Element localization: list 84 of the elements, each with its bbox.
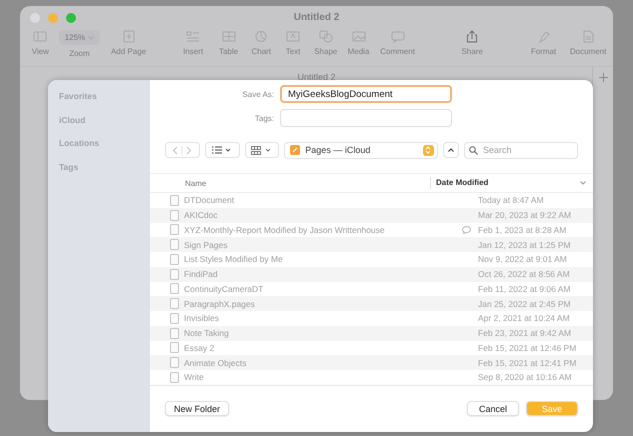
file-name[interactable]: ParagraphX.pages bbox=[184, 298, 255, 309]
field-label: Tags: bbox=[254, 114, 275, 122]
back-forward-button[interactable] bbox=[165, 142, 200, 158]
search-field[interactable]: Search bbox=[464, 142, 578, 158]
pages-folder-icon bbox=[290, 145, 300, 155]
file-name[interactable]: Invisibles bbox=[184, 313, 219, 324]
toolbar-label[interactable]: Table bbox=[218, 47, 238, 56]
toolbar-label[interactable]: Format bbox=[530, 47, 556, 56]
toolbar-label[interactable]: Chart bbox=[251, 47, 272, 56]
file-name[interactable]: Note Taking bbox=[184, 328, 229, 338]
chart-icon bbox=[254, 30, 268, 43]
file-name[interactable]: AKICdoc bbox=[184, 210, 218, 220]
date-cell-text: Feb 1, 2023 at 8:28 AM bbox=[478, 224, 568, 235]
new-folder-button[interactable]: New Folder bbox=[165, 401, 230, 416]
file-name[interactable]: Sign Pages bbox=[184, 240, 228, 250]
sidebar-heading[interactable]: Favorites bbox=[59, 90, 150, 104]
insert-icon bbox=[186, 30, 200, 43]
zoom-dropdown[interactable]: 125% bbox=[58, 30, 100, 45]
zoom-icon[interactable] bbox=[66, 13, 76, 23]
tags-field[interactable] bbox=[280, 109, 452, 127]
date-cell-text: Feb 23, 2021 at 9:42 AM bbox=[478, 328, 572, 338]
table-icon bbox=[222, 30, 236, 43]
shape-icon bbox=[318, 30, 333, 43]
minimize-icon[interactable] bbox=[48, 13, 58, 23]
tab-title[interactable]: Untitled 2 bbox=[297, 72, 336, 82]
column-header[interactable]: Date Modified bbox=[430, 177, 488, 189]
window-title: Untitled 2 bbox=[294, 12, 340, 23]
toolbar-label[interactable]: Share bbox=[461, 47, 483, 56]
field-label: Save As: bbox=[241, 90, 275, 98]
toolbar-label[interactable]: Media bbox=[348, 47, 370, 56]
date-cell-text: Today at 8:47 AM bbox=[478, 195, 545, 206]
location-dropdown[interactable]: Pages — iCloud bbox=[284, 142, 438, 158]
share-icon bbox=[465, 30, 480, 43]
text-box-icon bbox=[286, 30, 300, 43]
comment-icon bbox=[462, 226, 471, 234]
date-cell-text: Feb 15, 2021 at 12:46 PM bbox=[478, 342, 578, 353]
file-name[interactable]: Write bbox=[184, 372, 204, 382]
file-name[interactable]: DTDocument bbox=[184, 195, 234, 206]
file-name[interactable]: ContinuityCameraDT bbox=[184, 284, 264, 294]
column-header[interactable]: Name bbox=[185, 178, 430, 188]
collapse-button[interactable] bbox=[442, 142, 459, 158]
file-name[interactable]: FindiPad bbox=[184, 269, 218, 280]
toolbar-label[interactable]: Document bbox=[570, 47, 606, 56]
file-name[interactable]: List Styles Modified by Me bbox=[184, 254, 283, 264]
list-icon bbox=[212, 146, 232, 154]
paintbrush-icon bbox=[536, 30, 551, 43]
list-view-button[interactable] bbox=[204, 142, 240, 158]
date-cell-text: Feb 15, 2021 at 12:41 PM bbox=[478, 358, 578, 368]
sidebar-heading[interactable]: Locations bbox=[59, 137, 150, 150]
file-name[interactable]: Essay 2 bbox=[184, 342, 214, 353]
search-icon bbox=[468, 146, 478, 154]
image-icon bbox=[352, 30, 366, 43]
sidebar-heading[interactable]: iCloud bbox=[59, 114, 150, 127]
stepper-icon bbox=[422, 144, 434, 156]
group-button[interactable] bbox=[244, 142, 280, 158]
sidebar-heading[interactable]: Tags bbox=[59, 160, 150, 174]
plus-icon bbox=[598, 72, 608, 82]
toolbar-label[interactable]: Insert bbox=[183, 47, 204, 56]
date-cell-text: Jan 25, 2022 at 2:45 PM bbox=[478, 298, 572, 309]
date-cell-text: Apr 2, 2021 at 10:24 AM bbox=[478, 313, 571, 324]
toolbar-label[interactable]: Add Page bbox=[110, 47, 146, 56]
add-page-icon bbox=[122, 30, 136, 43]
file-name[interactable]: XYZ-Monthly-Report Modified by Jason Writtenhouse bbox=[184, 224, 385, 235]
file-name[interactable]: Animate Objects bbox=[184, 358, 246, 368]
date-cell-text: Nov 9, 2022 at 9:01 AM bbox=[478, 254, 568, 264]
toolbar-label[interactable]: Shape bbox=[314, 47, 338, 56]
date-cell-text: Mar 20, 2023 at 9:22 AM bbox=[478, 210, 572, 220]
date-cell-text: Feb 11, 2022 at 9:06 AM bbox=[478, 284, 572, 294]
toolbar-label[interactable]: Text bbox=[286, 47, 300, 56]
save-as-field[interactable]: MyiGeeksBlogDocument bbox=[280, 85, 452, 103]
comment-icon bbox=[390, 30, 405, 43]
cancel-button[interactable]: Cancel bbox=[467, 401, 519, 416]
sidebar-icon bbox=[33, 30, 48, 43]
toolbar-label[interactable]: View bbox=[32, 47, 49, 56]
toolbar-label[interactable]: Comment bbox=[380, 47, 415, 56]
date-cell-text: Oct 26, 2022 at 8:56 AM bbox=[478, 269, 571, 280]
save-button[interactable]: Save bbox=[526, 401, 578, 416]
document-icon bbox=[581, 30, 596, 43]
chevron-icon bbox=[580, 181, 586, 185]
grid-icon bbox=[250, 146, 273, 154]
chevron-up-icon bbox=[448, 148, 454, 152]
toolbar-label[interactable]: Zoom bbox=[69, 49, 90, 58]
date-cell-text: Sep 8, 2020 at 10:16 AM bbox=[478, 372, 573, 382]
date-cell-text: Jan 12, 2023 at 1:25 PM bbox=[478, 240, 572, 250]
